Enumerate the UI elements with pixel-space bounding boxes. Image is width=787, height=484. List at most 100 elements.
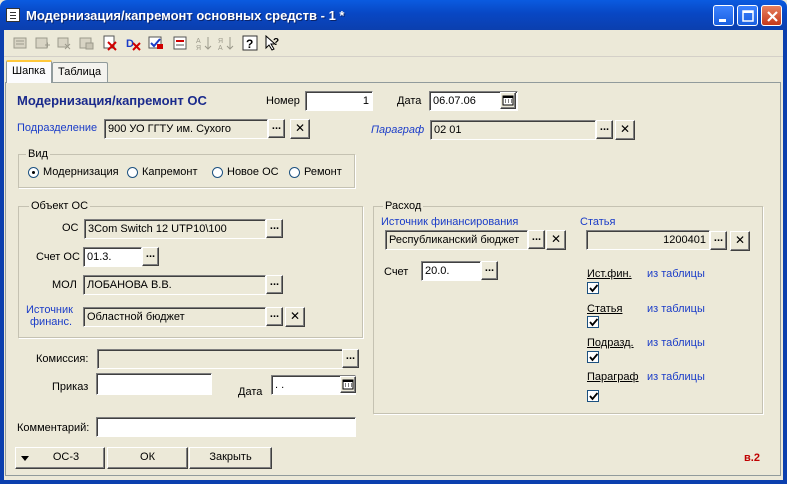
commission-field[interactable] bbox=[97, 349, 343, 369]
check-icon bbox=[589, 284, 599, 293]
sort-asc-icon[interactable]: AЯ bbox=[196, 35, 212, 51]
flag-funding-checkbox[interactable] bbox=[587, 282, 599, 294]
number-label: Номер bbox=[266, 95, 300, 107]
mol-label: МОЛ bbox=[52, 279, 77, 291]
os-account-select-button[interactable]: ... bbox=[142, 247, 159, 266]
os-label: ОС bbox=[62, 222, 79, 234]
radio-new-os[interactable] bbox=[212, 167, 223, 178]
svg-text:Я: Я bbox=[196, 45, 201, 51]
mol-field[interactable]: ЛОБАНОВА В.В. bbox=[83, 275, 266, 295]
flag-division-checkbox[interactable] bbox=[587, 351, 599, 363]
source-label-line1: Источник bbox=[26, 304, 73, 316]
radio-overhaul-label[interactable]: Капремонт bbox=[142, 166, 198, 178]
close-icon bbox=[767, 11, 778, 22]
source-select-button[interactable]: ... bbox=[266, 307, 283, 326]
division-field[interactable]: 900 УО ГГТУ им. Сухого bbox=[104, 119, 268, 139]
flag-article-checkbox[interactable] bbox=[587, 316, 599, 328]
expense-account-field[interactable]: 20.0. bbox=[421, 261, 481, 281]
expense-account-label: Счет bbox=[384, 266, 409, 278]
source-label-line2: финанс. bbox=[30, 316, 73, 328]
expense-legend: Расход bbox=[383, 200, 424, 212]
mark-delete-icon[interactable]: D bbox=[125, 35, 141, 51]
flag-division-label: Подразд. bbox=[587, 337, 634, 349]
close-button[interactable]: Закрыть bbox=[189, 447, 272, 469]
check-icon bbox=[589, 353, 599, 362]
document-icon bbox=[6, 8, 20, 22]
division-label: Подразделение bbox=[17, 122, 98, 134]
title-bar[interactable]: Модернизация/капремонт основных средств … bbox=[0, 0, 787, 30]
print-form-button[interactable]: ОС-3 bbox=[15, 447, 105, 469]
radio-overhaul[interactable] bbox=[127, 167, 138, 178]
os-field[interactable]: 3Com Switch 12 UTP10\100 bbox=[84, 219, 266, 239]
flag-funding-label: Ист.фин. bbox=[587, 268, 632, 280]
paragraph-clear-button[interactable]: ✕ bbox=[615, 120, 635, 140]
funding-clear-button[interactable]: ✕ bbox=[546, 230, 566, 250]
delete-icon[interactable] bbox=[102, 35, 118, 51]
source-clear-button[interactable]: ✕ bbox=[285, 307, 305, 327]
paragraph-label: Параграф bbox=[371, 124, 425, 136]
calendar-icon bbox=[342, 379, 354, 390]
version-label: в.2 bbox=[744, 452, 760, 464]
os-account-field[interactable]: 01.3. bbox=[83, 247, 142, 267]
calendar-button[interactable] bbox=[500, 92, 516, 109]
ok-button[interactable]: ОК bbox=[107, 447, 188, 469]
order-calendar-button[interactable] bbox=[340, 376, 356, 393]
flag-article-label: Статья bbox=[587, 303, 623, 315]
maximize-button[interactable] bbox=[737, 5, 758, 26]
radio-modernization[interactable] bbox=[28, 167, 39, 178]
expense-account-select-button[interactable]: ... bbox=[481, 261, 498, 280]
order-date-label: Дата bbox=[238, 386, 263, 398]
flag-paragraph-label: Параграф bbox=[587, 371, 639, 383]
new-line-icon[interactable] bbox=[34, 35, 50, 51]
check-icon bbox=[589, 392, 599, 401]
commission-label: Комиссия: bbox=[36, 353, 89, 365]
svg-text:A: A bbox=[218, 45, 223, 51]
edit-icon[interactable] bbox=[78, 35, 94, 51]
vid-legend: Вид bbox=[26, 148, 50, 160]
division-select-button[interactable]: ... bbox=[268, 119, 285, 138]
source-field[interactable]: Областной бюджет bbox=[83, 307, 266, 327]
radio-repair-label[interactable]: Ремонт bbox=[304, 166, 342, 178]
article-field[interactable]: 1200401 bbox=[586, 230, 710, 250]
window-frame-right bbox=[783, 30, 787, 484]
help-icon[interactable]: ? bbox=[242, 35, 258, 51]
division-clear-button[interactable]: ✕ bbox=[290, 119, 310, 139]
sort-desc-icon[interactable]: ЯA bbox=[218, 35, 234, 51]
new-doc-icon[interactable] bbox=[12, 35, 28, 51]
svg-text:Я: Я bbox=[218, 38, 223, 45]
flag-paragraph-checkbox[interactable] bbox=[587, 390, 599, 402]
window-title: Модернизация/капремонт основных средств … bbox=[26, 8, 345, 23]
tab-table[interactable]: Таблица bbox=[52, 62, 108, 82]
commission-select-button[interactable]: ... bbox=[342, 349, 359, 368]
os-select-button[interactable]: ... bbox=[266, 219, 283, 238]
order-field[interactable] bbox=[96, 373, 212, 395]
close-window-button[interactable] bbox=[761, 5, 782, 26]
paragraph-field[interactable]: 02 01 bbox=[430, 120, 596, 140]
funding-field[interactable]: Республиканский бюджет bbox=[385, 230, 528, 250]
radio-new-os-label[interactable]: Новое ОС bbox=[227, 166, 279, 178]
date-label: Дата bbox=[397, 95, 422, 107]
structure-icon[interactable] bbox=[172, 35, 188, 51]
order-label: Приказ bbox=[52, 381, 89, 393]
number-field[interactable]: 1 bbox=[305, 91, 373, 111]
flag-paragraph-note: из таблицы bbox=[647, 371, 705, 383]
minimize-button[interactable] bbox=[713, 5, 734, 26]
article-clear-button[interactable]: ✕ bbox=[730, 231, 750, 251]
comment-field[interactable] bbox=[96, 417, 356, 437]
minimize-icon bbox=[719, 19, 726, 22]
tab-header[interactable]: Шапка bbox=[6, 60, 52, 83]
triangle-down-icon bbox=[21, 456, 29, 461]
context-help-icon[interactable]: ? bbox=[264, 35, 280, 51]
os-account-label: Счет ОС bbox=[36, 251, 80, 263]
article-select-button[interactable]: ... bbox=[710, 231, 727, 250]
svg-text:A: A bbox=[196, 38, 201, 45]
funding-label: Источник финансирования bbox=[381, 216, 519, 228]
funding-select-button[interactable]: ... bbox=[528, 230, 545, 249]
paragraph-select-button[interactable]: ... bbox=[596, 120, 613, 139]
radio-modernization-label[interactable]: Модернизация bbox=[43, 166, 119, 178]
radio-repair[interactable] bbox=[289, 167, 300, 178]
post-icon[interactable] bbox=[148, 35, 164, 51]
copy-icon[interactable] bbox=[56, 35, 72, 51]
flag-division-note: из таблицы bbox=[647, 337, 705, 349]
mol-select-button[interactable]: ... bbox=[266, 275, 283, 294]
